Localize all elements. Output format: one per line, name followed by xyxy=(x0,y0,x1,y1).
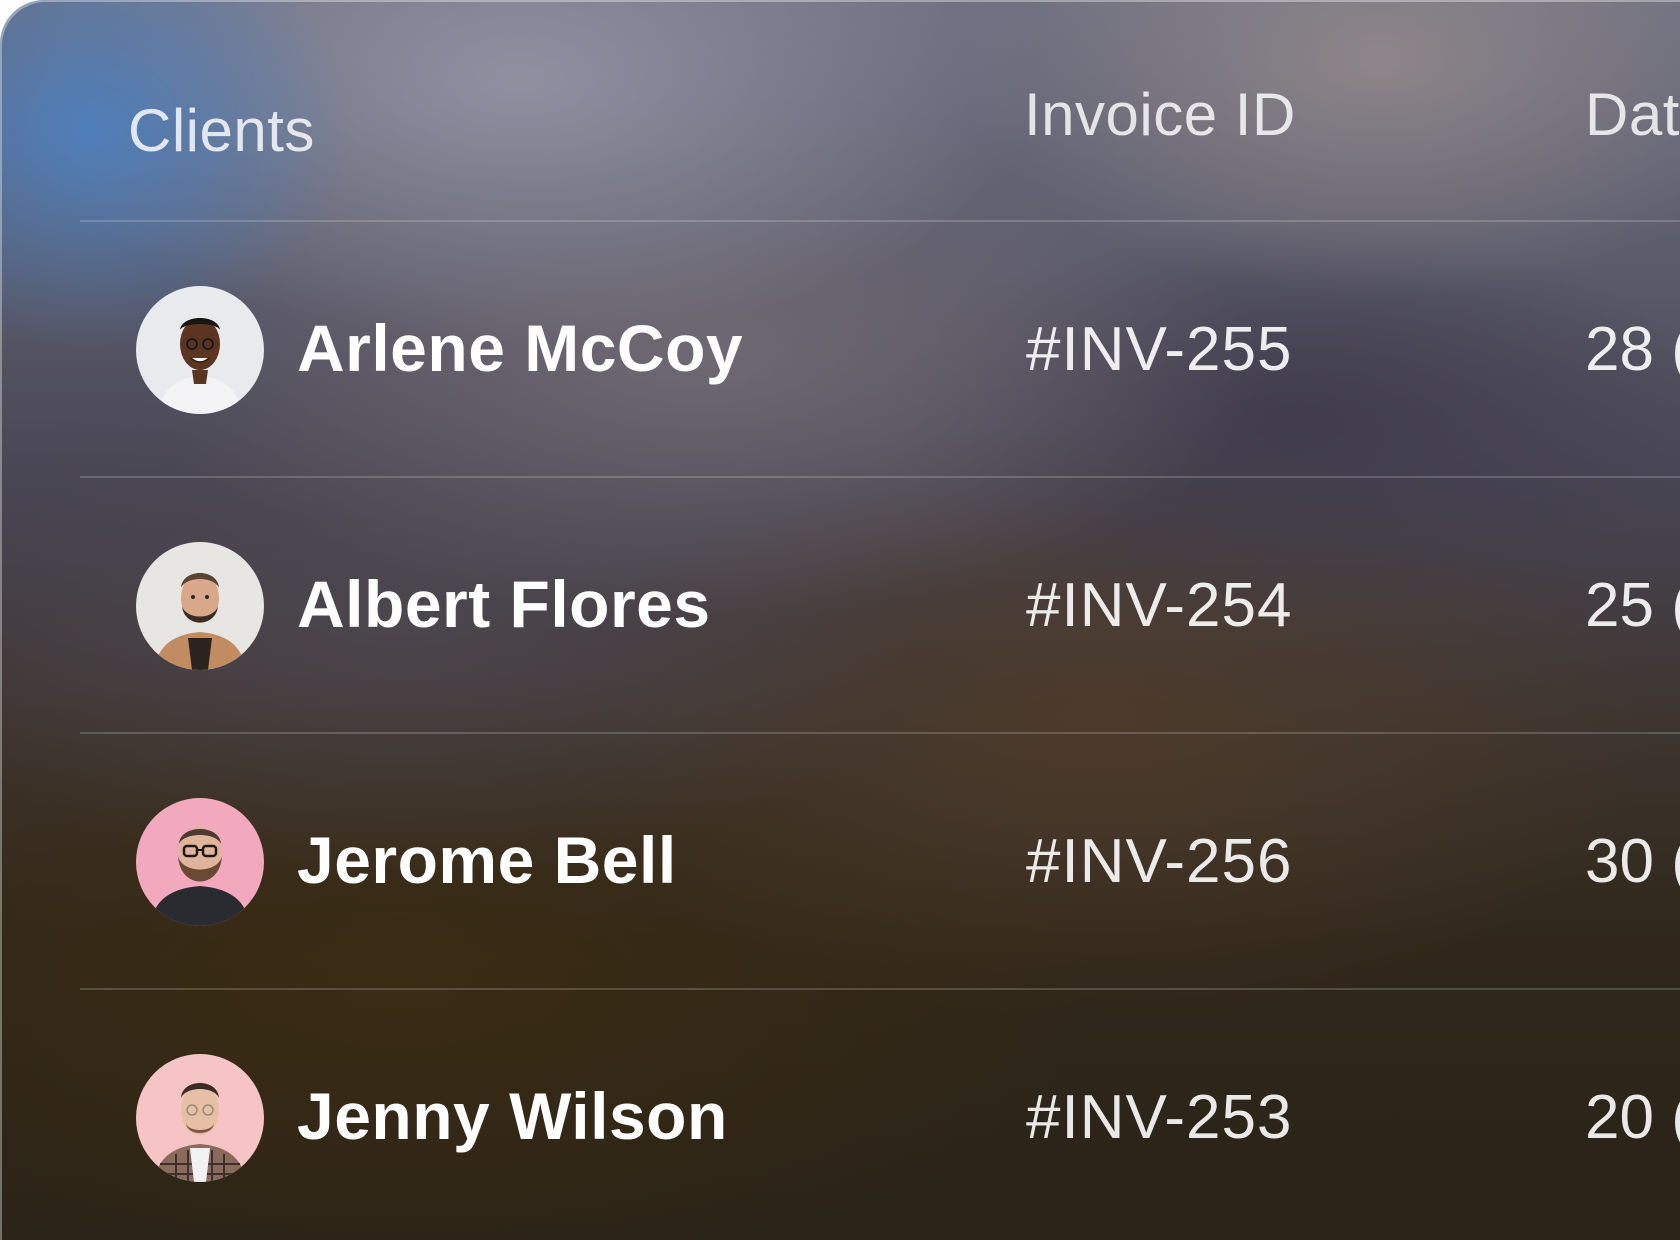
client-name: Jerome Bell xyxy=(297,823,677,897)
column-header-invoice-id[interactable]: Invoice ID xyxy=(1024,80,1296,149)
avatar xyxy=(136,542,264,670)
invoice-date: 28 ( xyxy=(1585,315,1680,384)
invoice-table-panel: Clients Invoice ID Dat Arlene McCoy #INV… xyxy=(0,0,1680,1240)
invoice-id: #INV-254 xyxy=(1026,571,1293,640)
invoice-date: 20 ( xyxy=(1585,1083,1680,1152)
invoice-date: 30 ( xyxy=(1585,827,1680,896)
table-row[interactable]: Jerome Bell #INV-256 30 ( xyxy=(0,734,1680,990)
invoice-id: #INV-253 xyxy=(1026,1083,1293,1152)
client-name: Albert Flores xyxy=(297,567,711,641)
avatar xyxy=(136,286,264,414)
avatar xyxy=(136,1054,264,1182)
invoice-id: #INV-256 xyxy=(1026,827,1293,896)
avatar xyxy=(136,798,264,926)
table-row[interactable]: Jenny Wilson #INV-253 20 ( xyxy=(0,990,1680,1240)
column-header-clients[interactable]: Clients xyxy=(128,96,315,165)
client-name: Arlene McCoy xyxy=(297,311,744,385)
invoice-date: 25 ( xyxy=(1585,571,1680,640)
table-header: Clients Invoice ID Dat xyxy=(0,0,1680,222)
client-name: Jenny Wilson xyxy=(297,1079,728,1153)
table-row[interactable]: Arlene McCoy #INV-255 28 ( xyxy=(0,222,1680,478)
invoice-id: #INV-255 xyxy=(1026,315,1293,384)
column-header-date[interactable]: Dat xyxy=(1585,80,1680,149)
table-row[interactable]: Albert Flores #INV-254 25 ( xyxy=(0,478,1680,734)
